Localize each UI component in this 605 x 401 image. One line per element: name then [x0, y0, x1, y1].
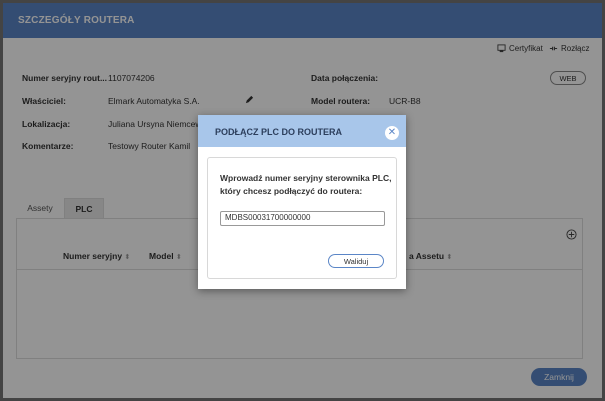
dialog-header: PODŁĄCZ PLC DO ROUTERA ✕ [198, 115, 406, 147]
connect-plc-dialog: PODŁĄCZ PLC DO ROUTERA ✕ Wprowadź numer … [198, 115, 406, 289]
dialog-title: PODŁĄCZ PLC DO ROUTERA [215, 127, 342, 137]
dialog-close-icon[interactable]: ✕ [385, 126, 399, 140]
dialog-body: Wprowadź numer seryjny sterownika PLC, k… [207, 157, 397, 279]
dialog-prompt: Wprowadź numer seryjny sterownika PLC, k… [220, 173, 392, 196]
router-details-window: SZCZEGÓŁY ROUTERA Certyfikat Rozłącz Num… [3, 3, 602, 398]
plc-serial-input[interactable]: MDBS00031700000000 [220, 211, 385, 226]
screen-frame: SZCZEGÓŁY ROUTERA Certyfikat Rozłącz Num… [0, 0, 605, 401]
validate-button[interactable]: Waliduj [328, 254, 384, 268]
